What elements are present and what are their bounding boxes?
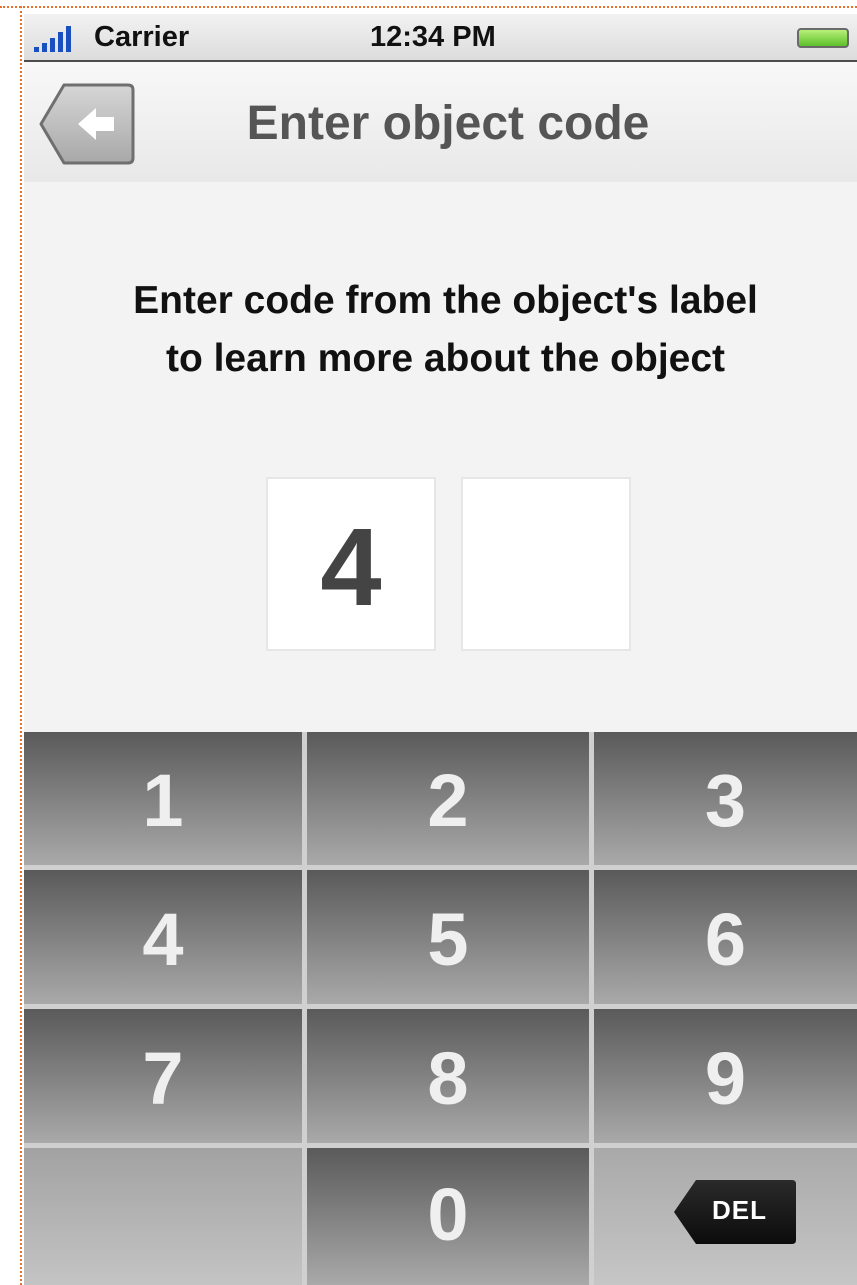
- key-3[interactable]: 3: [594, 732, 857, 865]
- key-9[interactable]: 9: [594, 1009, 857, 1143]
- key-2[interactable]: 2: [307, 732, 589, 865]
- page-title: Enter object code: [246, 97, 650, 150]
- status-bar: Carrier 12:34 PM: [24, 14, 857, 62]
- navigation-bar: Enter object code: [24, 62, 857, 182]
- key-blank: [24, 1148, 302, 1285]
- key-4[interactable]: 4: [24, 870, 302, 1004]
- frame-border-top: [0, 6, 857, 8]
- key-5[interactable]: 5: [307, 870, 589, 1004]
- instruction-text: Enter code from the object's label to le…: [24, 272, 857, 388]
- key-1[interactable]: 1: [24, 732, 302, 865]
- signal-strength-icon: [34, 24, 86, 52]
- numeric-keypad: 1 2 3 4 5 6 7 8 9 0 DEL: [24, 732, 857, 1285]
- instruction-line-2: to learn more about the object: [165, 337, 726, 380]
- status-time: 12:34 PM: [370, 21, 496, 53]
- delete-button[interactable]: DEL: [594, 1148, 857, 1285]
- carrier-name: Carrier: [94, 21, 190, 53]
- frame-border-left: [20, 6, 22, 1285]
- battery-icon: [797, 28, 849, 48]
- key-0[interactable]: 0: [307, 1148, 589, 1285]
- key-8[interactable]: 8: [307, 1009, 589, 1143]
- mockup-frame: Carrier 12:34 PM Enter object code Enter…: [0, 0, 857, 1285]
- key-7[interactable]: 7: [24, 1009, 302, 1143]
- instruction-line-1: Enter code from the object's label: [133, 279, 758, 322]
- code-digit-1[interactable]: 4: [266, 477, 436, 651]
- phone-screen: Carrier 12:34 PM Enter object code Enter…: [24, 14, 857, 1285]
- delete-label: DEL: [712, 1195, 767, 1225]
- key-6[interactable]: 6: [594, 870, 857, 1004]
- code-digit-2[interactable]: [461, 477, 631, 651]
